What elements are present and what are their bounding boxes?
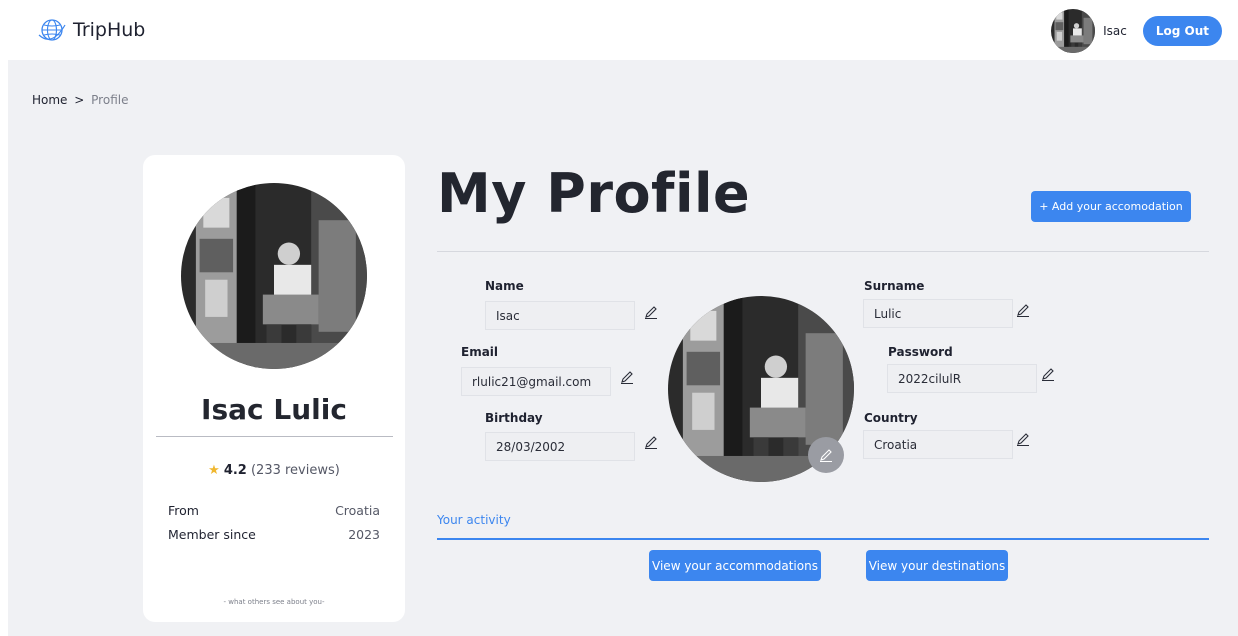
country-field[interactable] [863,430,1013,459]
star-icon: ★ [208,463,220,478]
birthday-label: Birthday [485,411,543,425]
add-accommodation-button[interactable]: + Add your accomodation [1031,191,1191,222]
edit-name-pencil-icon[interactable] [644,305,658,319]
surname-field[interactable] [863,299,1013,328]
breadcrumb-home[interactable]: Home [32,93,67,107]
logout-button[interactable]: Log Out [1142,16,1222,46]
view-destinations-button[interactable]: View your destinations [866,550,1008,581]
page-title: My Profile [437,162,751,225]
rating-score: 4.2 [223,463,247,478]
surname-label: Surname [864,279,925,293]
name-field[interactable] [485,301,635,330]
top-navbar: TripHub Isac Log Out [0,0,1238,60]
view-accommodations-button[interactable]: View your accommodations [649,550,821,581]
email-label: Email [461,345,499,359]
globe-icon [38,19,66,41]
user-menu: Isac Log Out [1051,9,1222,53]
info-row-member-since: Member since 2023 [168,527,380,542]
birthday-field[interactable] [485,432,635,461]
title-divider [437,251,1209,252]
profile-photo [181,183,367,369]
rating-count: (233 reviews) [250,463,340,478]
brand-name: TripHub [73,19,146,41]
edit-birthday-pencil-icon[interactable] [644,435,658,449]
password-label: Password [888,345,953,359]
edit-photo-pencil-icon [820,449,832,462]
rating: ★ 4.2 (233 reviews) [143,463,405,478]
member-since-label: Member since [168,527,256,542]
name-label: Name [485,279,524,293]
top-username: Isac [1103,24,1127,38]
avatar[interactable] [1051,9,1096,53]
breadcrumb-separator: > [74,93,85,107]
activity-tab-underline [437,538,1209,540]
password-field[interactable] [887,364,1037,393]
brand-logo[interactable]: TripHub [37,17,145,43]
email-field[interactable] [461,367,611,396]
info-row-from: From Croatia [168,503,380,518]
breadcrumb-current: Profile [91,93,129,107]
breadcrumb: Home > Profile [32,93,128,107]
profile-card: Isac Lulic ★ 4.2 (233 reviews) From Croat… [143,155,405,622]
edit-email-pencil-icon[interactable] [620,370,634,384]
card-divider [156,436,393,437]
country-label: Country [864,411,918,425]
tab-your-activity[interactable]: Your activity [437,513,511,527]
from-label: From [168,503,199,518]
edit-photo-button[interactable] [808,437,844,473]
member-since-value: 2023 [348,527,380,542]
profile-full-name: Isac Lulic [201,393,347,426]
card-footer-note: - what others see about you- [223,598,325,606]
from-value: Croatia [335,503,380,518]
edit-country-pencil-icon[interactable] [1016,432,1030,446]
edit-surname-pencil-icon[interactable] [1016,303,1030,317]
edit-password-pencil-icon[interactable] [1041,367,1055,381]
